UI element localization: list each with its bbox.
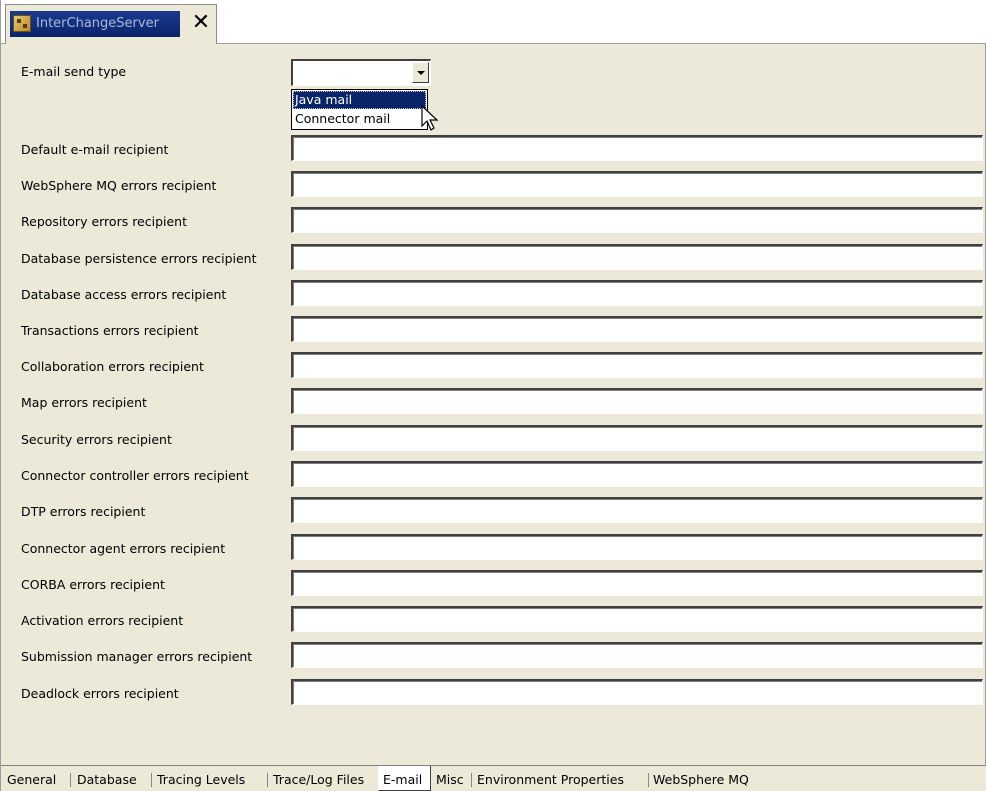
editor-tab-title: InterChangeServer: [36, 16, 159, 31]
page-tabs: General Database Tracing Levels Trace/Lo…: [1, 765, 986, 791]
security-errors-recipient-label: Security errors recipient: [21, 432, 172, 447]
dtp-errors-recipient-label: DTP errors recipient: [21, 504, 146, 519]
map-errors-recipient-label: Map errors recipient: [21, 395, 147, 410]
tab-separator: [267, 773, 268, 787]
tab-environment-properties[interactable]: Environment Properties: [477, 772, 624, 787]
repository-errors-recipient-label: Repository errors recipient: [21, 214, 188, 229]
tab-general[interactable]: General: [7, 772, 56, 787]
editor-tab[interactable]: InterChangeServer ✕: [5, 4, 217, 44]
dropdown-option-connector-mail[interactable]: Connector mail: [293, 110, 426, 128]
security-errors-recipient-input[interactable]: [291, 425, 983, 451]
email-send-type-dropdown: Java mail Connector mail: [291, 89, 428, 130]
tab-separator: [648, 773, 649, 787]
transactions-errors-recipient-input[interactable]: [291, 316, 983, 342]
corba-errors-recipient-label: CORBA errors recipient: [21, 577, 165, 592]
editor-window: InterChangeServer ✕ E-mail send type Jav…: [0, 0, 986, 791]
websphere-mq-errors-recipient-label: WebSphere MQ errors recipient: [21, 178, 217, 193]
tab-email[interactable]: E-mail: [383, 772, 422, 787]
connector-agent-errors-recipient-label: Connector agent errors recipient: [21, 541, 226, 556]
editor-tab-strip: InterChangeServer ✕: [1, 0, 986, 44]
database-persistence-errors-recipient-label: Database persistence errors recipient: [21, 251, 257, 266]
collaboration-errors-recipient-label: Collaboration errors recipient: [21, 359, 204, 374]
submission-manager-errors-recipient-input[interactable]: [291, 642, 983, 668]
repository-errors-recipient-input[interactable]: [291, 207, 983, 233]
email-send-type-label: E-mail send type: [21, 64, 127, 79]
tab-database[interactable]: Database: [77, 772, 137, 787]
tab-misc[interactable]: Misc: [436, 772, 464, 787]
default-email-recipient-label: Default e-mail recipient: [21, 142, 169, 157]
corba-errors-recipient-input[interactable]: [291, 570, 983, 596]
server-icon: [13, 15, 31, 32]
connector-controller-errors-recipient-input[interactable]: [291, 461, 983, 487]
close-icon[interactable]: ✕: [190, 11, 212, 35]
tab-websphere-mq[interactable]: WebSphere MQ: [653, 772, 749, 787]
tab-separator: [70, 773, 71, 787]
tab-trace-log-files[interactable]: Trace/Log Files: [273, 772, 364, 787]
dropdown-option-java-mail[interactable]: Java mail: [293, 91, 426, 109]
tab-tracing-levels[interactable]: Tracing Levels: [157, 772, 245, 787]
editor-tab-highlight: InterChangeServer: [10, 11, 180, 37]
chevron-down-icon[interactable]: [412, 62, 429, 83]
connector-controller-errors-recipient-label: Connector controller errors recipient: [21, 468, 249, 483]
activation-errors-recipient-input[interactable]: [291, 606, 983, 632]
transactions-errors-recipient-label: Transactions errors recipient: [21, 323, 199, 338]
dtp-errors-recipient-input[interactable]: [291, 497, 983, 523]
tab-separator: [151, 773, 152, 787]
database-access-errors-recipient-input[interactable]: [291, 280, 983, 306]
connector-agent-errors-recipient-input[interactable]: [291, 534, 983, 560]
mouse-pointer-icon: [421, 104, 439, 131]
deadlock-errors-recipient-label: Deadlock errors recipient: [21, 686, 179, 701]
email-send-type-combo[interactable]: [291, 59, 431, 86]
default-email-recipient-input[interactable]: [291, 135, 983, 161]
websphere-mq-errors-recipient-input[interactable]: [291, 171, 983, 197]
submission-manager-errors-recipient-label: Submission manager errors recipient: [21, 649, 253, 664]
activation-errors-recipient-label: Activation errors recipient: [21, 613, 184, 628]
collaboration-errors-recipient-input[interactable]: [291, 352, 983, 378]
database-persistence-errors-recipient-input[interactable]: [291, 244, 983, 270]
map-errors-recipient-input[interactable]: [291, 388, 983, 414]
deadlock-errors-recipient-input[interactable]: [291, 679, 983, 705]
database-access-errors-recipient-label: Database access errors recipient: [21, 287, 227, 302]
tab-separator: [471, 773, 472, 787]
